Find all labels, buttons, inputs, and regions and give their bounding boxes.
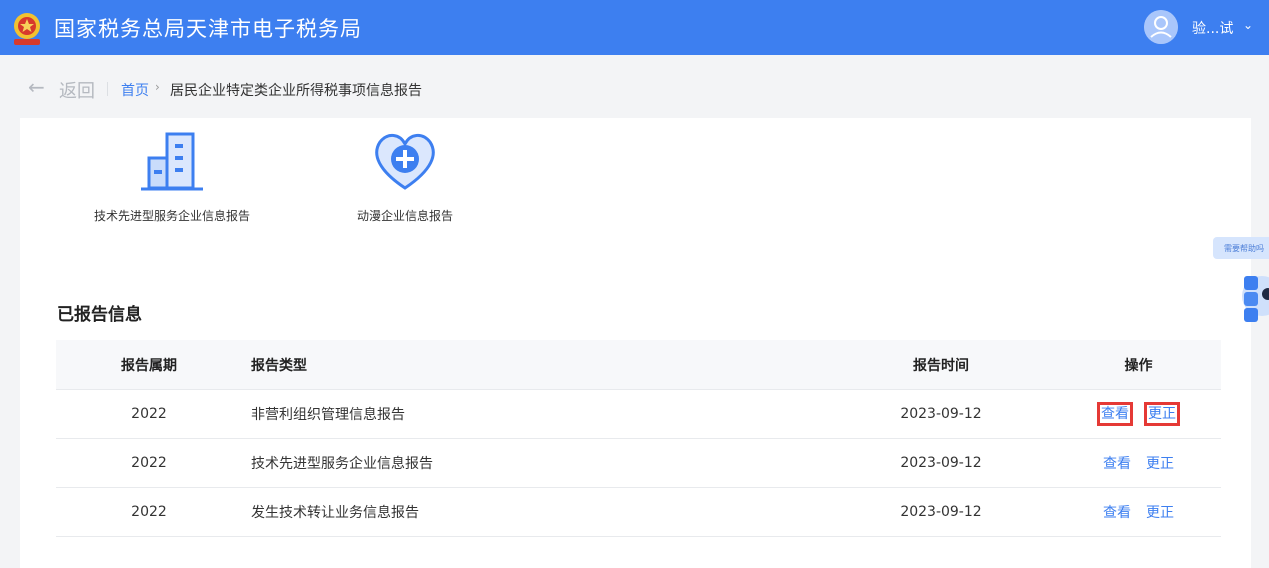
view-button[interactable]: 查看 <box>1101 453 1133 473</box>
tax-emblem-logo <box>14 13 40 45</box>
view-button[interactable]: 查看 <box>1101 502 1133 522</box>
card-label: 技术先进型服务企业信息报告 <box>93 209 250 223</box>
card-label: 动漫企业信息报告 <box>356 209 453 223</box>
cell-time: 2023-09-12 <box>900 406 982 422</box>
col-ops: 操作 <box>1124 357 1153 374</box>
breadcrumb-home-link[interactable]: 首页 <box>121 80 149 100</box>
cell-ops: 查看 更正 <box>1056 390 1221 438</box>
site-title: 国家税务总局天津市电子税务局 <box>54 17 362 41</box>
breadcrumb: ← 返回 首页 › 居民企业特定类企业所得税事项信息报告 <box>0 55 1269 118</box>
cell-ops: 查看 更正 <box>1056 488 1221 536</box>
col-type: 报告类型 <box>251 357 307 374</box>
col-time: 报告时间 <box>913 357 969 374</box>
correct-button[interactable]: 更正 <box>1144 502 1176 522</box>
back-arrow-icon[interactable]: ← <box>28 75 45 99</box>
table-header: 报告属期 报告类型 报告时间 操作 <box>56 340 1221 390</box>
cell-time: 2023-09-12 <box>900 504 982 520</box>
table-row: 2022 非营利组织管理信息报告 2023-09-12 查看 更正 <box>56 390 1221 439</box>
divider <box>107 82 108 96</box>
cell-type: 非营利组织管理信息报告 <box>251 407 405 423</box>
col-period: 报告属期 <box>121 357 177 374</box>
cell-time: 2023-09-12 <box>900 455 982 471</box>
reported-table: 报告属期 报告类型 报告时间 操作 2022 非营利组织管理信息报告 2023-… <box>56 340 1221 537</box>
report-card-animation[interactable]: 动漫企业信息报告 <box>345 130 465 224</box>
report-card-tech-service[interactable]: 技术先进型服务企业信息报告 <box>82 130 262 224</box>
user-avatar-icon[interactable] <box>1144 10 1178 44</box>
cell-type: 技术先进型服务企业信息报告 <box>251 456 433 472</box>
table-row: 2022 发生技术转让业务信息报告 2023-09-12 查看 更正 <box>56 488 1221 537</box>
top-bar: 国家税务总局天津市电子税务局 验...试 ⌄ <box>0 0 1269 55</box>
cell-period: 2022 <box>131 406 167 422</box>
chevron-down-icon[interactable]: ⌄ <box>1243 18 1253 32</box>
view-button[interactable]: 查看 <box>1097 402 1133 426</box>
heart-plus-icon <box>375 134 435 190</box>
main-panel: 技术先进型服务企业信息报告 动漫企业信息报告 已报告信息 报告属期 报告类型 报… <box>20 118 1251 568</box>
cell-type: 发生技术转让业务信息报告 <box>251 505 419 521</box>
cell-period: 2022 <box>131 455 167 471</box>
section-title: 已报告信息 <box>57 305 142 325</box>
back-button[interactable]: 返回 <box>59 77 95 103</box>
table-row: 2022 技术先进型服务企业信息报告 2023-09-12 查看 更正 <box>56 439 1221 488</box>
correct-button[interactable]: 更正 <box>1144 402 1180 426</box>
cell-ops: 查看 更正 <box>1056 439 1221 487</box>
user-name[interactable]: 验...试 <box>1192 18 1233 38</box>
cell-period: 2022 <box>131 504 167 520</box>
building-icon <box>141 132 203 191</box>
chevron-right-icon: › <box>155 80 160 94</box>
correct-button[interactable]: 更正 <box>1144 453 1176 473</box>
breadcrumb-current: 居民企业特定类企业所得税事项信息报告 <box>170 83 422 99</box>
mascot-icon[interactable] <box>1238 268 1269 326</box>
help-tab[interactable]: 需要帮助吗 <box>1213 237 1269 259</box>
